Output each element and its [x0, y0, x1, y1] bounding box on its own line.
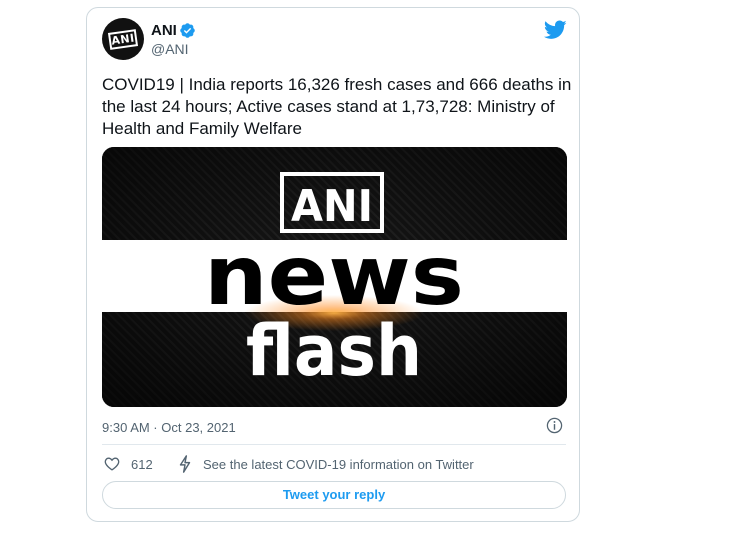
tweet-your-reply-button[interactable]: Tweet your reply	[102, 481, 566, 509]
verified-badge-icon	[180, 23, 195, 38]
divider	[102, 444, 566, 445]
info-icon[interactable]	[546, 417, 563, 434]
avatar[interactable]: ANI	[102, 18, 144, 60]
tweet-card: ANI ANI @ANI COVID19 | India reports 16,…	[86, 7, 580, 522]
heart-icon[interactable]	[104, 456, 120, 471]
covid-info-link[interactable]: See the latest COVID-19 information on T…	[203, 457, 474, 472]
tweet-actions: 612 See the latest COVID-19 information …	[102, 454, 572, 474]
tweet-timestamp[interactable]: 9:30 AM · Oct 23, 2021	[102, 420, 236, 435]
author-name[interactable]: ANI	[151, 22, 177, 39]
lightning-icon	[179, 455, 191, 473]
media-logo-text: ANI	[291, 181, 373, 232]
ani-avatar-logo: ANI	[107, 29, 139, 50]
news-flash-graphic: ANI news flash	[102, 147, 567, 407]
tweet-media-image[interactable]: ANI news flash	[102, 147, 567, 407]
like-count[interactable]: 612	[131, 457, 153, 472]
media-subheadline: flash	[246, 310, 422, 392]
tweet-text: COVID19 | India reports 16,326 fresh cas…	[102, 75, 572, 138]
author-handle[interactable]: @ANI	[151, 41, 189, 57]
twitter-bird-icon[interactable]	[544, 20, 567, 40]
